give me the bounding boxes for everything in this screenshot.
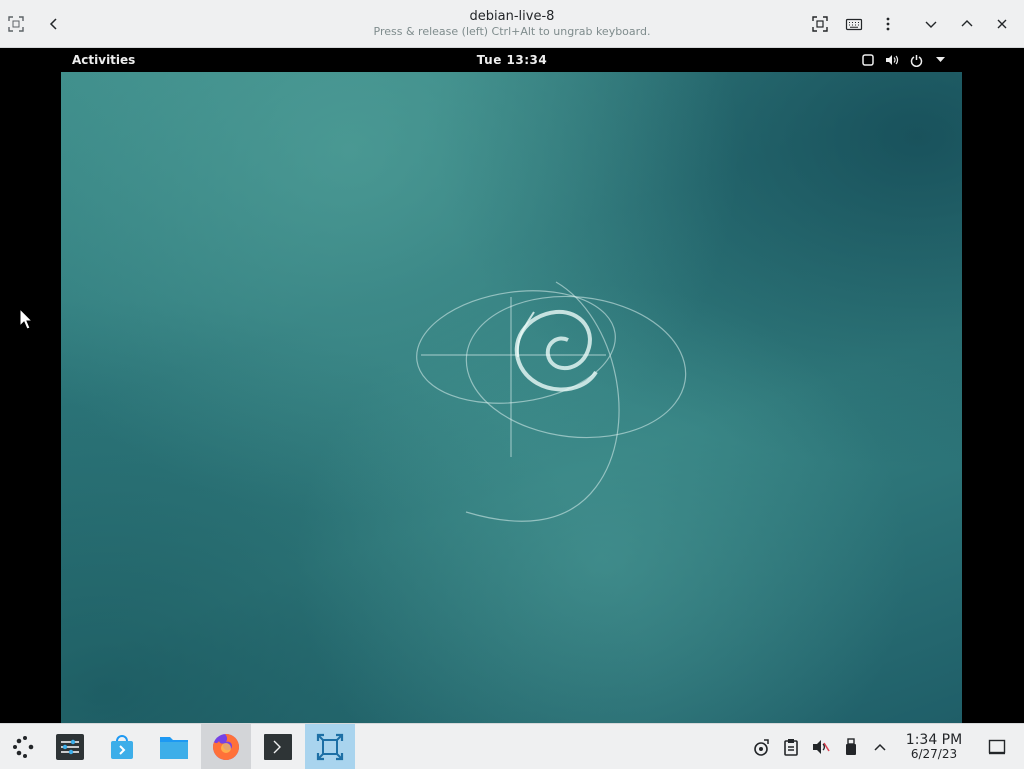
show-desktop-icon: [988, 739, 1006, 755]
taskbar-discover[interactable]: [97, 724, 147, 769]
volume-icon: [884, 52, 900, 68]
taskbar-firefox[interactable]: [201, 724, 251, 769]
more-menu-button[interactable]: [876, 12, 900, 36]
usb-device-tray-icon[interactable]: [840, 736, 862, 758]
mouse-cursor-icon: [19, 307, 34, 334]
minimize-button[interactable]: [919, 12, 943, 36]
clock-date: 6/27/23: [910, 747, 958, 761]
gnome-top-bar: Activities Tue 13:34: [0, 48, 1024, 72]
debian-swirl-logo: [416, 281, 687, 522]
close-button[interactable]: [990, 12, 1014, 36]
tray-expand-icon[interactable]: [869, 736, 891, 758]
gnome-status-area[interactable]: [860, 52, 948, 68]
clock-time: 1:34 PM: [905, 732, 963, 748]
maximize-button[interactable]: [955, 12, 979, 36]
folder-icon: [160, 736, 188, 759]
window-title: debian-live-8: [469, 9, 555, 24]
desktop-wallpaper[interactable]: [61, 72, 962, 723]
guest-display[interactable]: Activities Tue 13:34: [0, 48, 1024, 723]
network-tray-icon[interactable]: [750, 736, 772, 758]
system-settings-icon: [56, 733, 84, 760]
firefox-icon: [213, 733, 239, 760]
digital-clock[interactable]: 1:34 PM 6/27/23: [900, 732, 968, 761]
fullscreen-button[interactable]: [808, 12, 832, 36]
window-subtitle: Press & release (left) Ctrl+Alt to ungra…: [373, 25, 651, 38]
vm-viewer-icon: [316, 733, 344, 760]
window-indicator-icon: [860, 52, 876, 68]
power-icon: [908, 52, 924, 68]
taskbar-terminal[interactable]: [253, 724, 303, 769]
store-bag-icon: [111, 734, 133, 759]
taskbar-vm-viewer[interactable]: [305, 724, 355, 769]
keyboard-button[interactable]: [842, 12, 866, 36]
taskbar: 1:34 PM 6/27/23: [0, 723, 1024, 769]
launcher-icon: [13, 735, 34, 758]
application-launcher[interactable]: [0, 724, 50, 769]
chevron-down-icon: [932, 52, 948, 68]
host-titlebar: debian-live-8 Press & release (left) Ctr…: [0, 0, 1024, 48]
taskbar-settings[interactable]: [45, 724, 95, 769]
volume-muted-tray-icon[interactable]: [810, 736, 832, 758]
taskbar-files[interactable]: [149, 724, 199, 769]
terminal-icon: [264, 733, 292, 760]
clipboard-tray-icon[interactable]: [780, 736, 802, 758]
show-desktop-button[interactable]: [986, 736, 1008, 758]
